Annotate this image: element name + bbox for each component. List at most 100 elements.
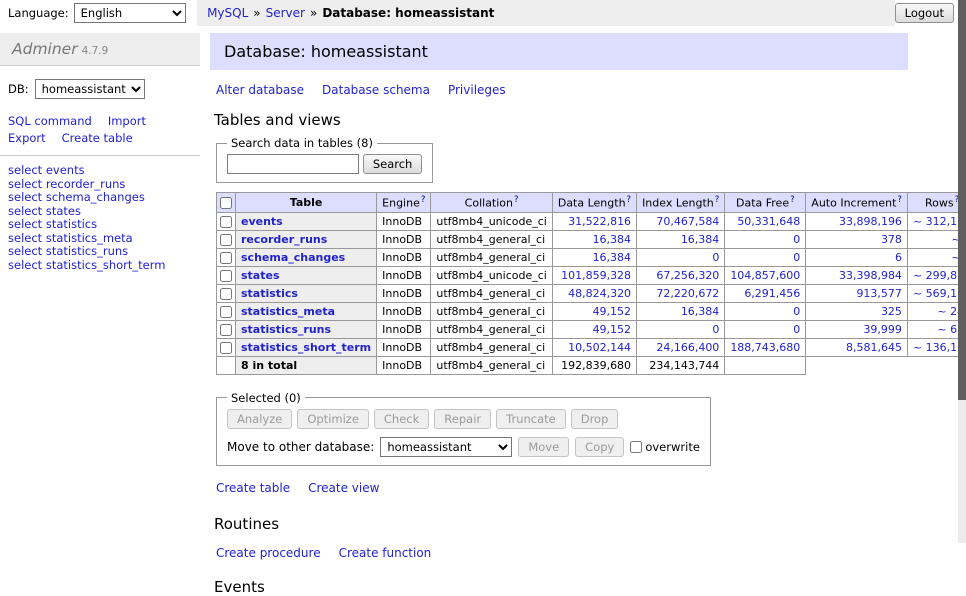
table-name-link[interactable]: statistics_runs xyxy=(241,323,331,336)
help-link[interactable]: ? xyxy=(715,195,720,205)
select-all-checkbox[interactable] xyxy=(220,197,232,209)
data-free-link[interactable]: 104,857,600 xyxy=(730,269,800,282)
help-link[interactable]: ? xyxy=(790,195,795,205)
auto-increment-link[interactable]: 39,999 xyxy=(863,323,902,336)
auto-increment-link[interactable]: 6 xyxy=(895,251,902,264)
auto-increment-link[interactable]: 33,398,984 xyxy=(839,269,902,282)
app-name-link[interactable]: Adminer xyxy=(12,40,78,58)
data-free-link[interactable]: 188,743,680 xyxy=(730,341,800,354)
move-button[interactable]: Move xyxy=(518,437,569,457)
data-length-link[interactable]: 31,522,816 xyxy=(568,215,631,228)
help-link[interactable]: ? xyxy=(897,195,902,205)
table-name-link[interactable]: recorder_runs xyxy=(241,233,327,246)
auto-increment-link[interactable]: 325 xyxy=(881,305,902,318)
optimize-button[interactable]: Optimize xyxy=(297,409,369,429)
data-free-cell: 6,291,456 xyxy=(725,284,806,302)
tables-header-row: TableEngine?Collation?Data Length?Index … xyxy=(217,193,966,213)
copy-button[interactable]: Copy xyxy=(575,437,624,457)
help-link[interactable]: ? xyxy=(627,195,632,205)
help-link[interactable]: ? xyxy=(514,195,519,205)
index-length-link[interactable]: 0 xyxy=(712,323,719,336)
repair-button[interactable]: Repair xyxy=(434,409,491,429)
auto-increment-link[interactable]: 8,581,645 xyxy=(846,341,902,354)
breadcrumb-server-link[interactable]: Server xyxy=(266,6,305,20)
create-link[interactable]: Create view xyxy=(308,481,379,495)
help-link[interactable]: ? xyxy=(421,195,426,205)
index-length-link[interactable]: 72,220,672 xyxy=(656,287,719,300)
search-input[interactable] xyxy=(227,154,359,174)
sidebar-table-link[interactable]: select statistics_runs xyxy=(8,245,192,259)
sidebar-table-link[interactable]: select states xyxy=(8,205,192,219)
data-length-link[interactable]: 101,859,328 xyxy=(561,269,631,282)
auto-increment-link[interactable]: 33,898,196 xyxy=(839,215,902,228)
row-checkbox[interactable] xyxy=(220,288,232,300)
index-length-link[interactable]: 67,256,320 xyxy=(656,269,719,282)
db-nav-link[interactable]: Privileges xyxy=(448,83,506,97)
search-button[interactable]: Search xyxy=(363,154,423,174)
db-nav-link[interactable]: Alter database xyxy=(216,83,304,97)
data-free-link[interactable]: 0 xyxy=(793,323,800,336)
check-button[interactable]: Check xyxy=(374,409,429,429)
data-free-link[interactable]: 50,331,648 xyxy=(737,215,800,228)
db-select[interactable]: homeassistant xyxy=(35,79,145,99)
index-length-link[interactable]: 16,384 xyxy=(681,305,720,318)
row-checkbox[interactable] xyxy=(220,342,232,354)
index-length-link[interactable]: 70,467,584 xyxy=(656,215,719,228)
table-name-link[interactable]: events xyxy=(241,215,283,228)
table-name-link[interactable]: schema_changes xyxy=(241,251,345,264)
row-checkbox[interactable] xyxy=(220,234,232,246)
data-free-link[interactable]: 0 xyxy=(793,305,800,318)
index-length-link[interactable]: 24,166,400 xyxy=(656,341,719,354)
column-header-index-length: Index Length? xyxy=(637,193,725,213)
sidebar-table-link[interactable]: select schema_changes xyxy=(8,191,192,205)
table-name-link[interactable]: statistics_short_term xyxy=(241,341,371,354)
row-checkbox[interactable] xyxy=(220,324,232,336)
row-checkbox[interactable] xyxy=(220,216,232,228)
auto-increment-link[interactable]: 913,577 xyxy=(856,287,902,300)
row-checkbox[interactable] xyxy=(220,270,232,282)
sidebar-table-link[interactable]: select statistics_short_term xyxy=(8,259,192,273)
data-free-link[interactable]: 6,291,456 xyxy=(744,287,800,300)
sidebar-action-link[interactable]: Import xyxy=(108,114,146,128)
scrollbar[interactable] xyxy=(958,0,966,543)
sidebar-table-link[interactable]: select events xyxy=(8,164,192,178)
sidebar-action-link[interactable]: SQL command xyxy=(8,114,92,128)
sidebar-action-link[interactable]: Create table xyxy=(62,131,133,145)
data-free-cell: 104,857,600 xyxy=(725,266,806,284)
data-length-link[interactable]: 48,824,320 xyxy=(568,287,631,300)
sidebar-table-link[interactable]: select statistics xyxy=(8,218,192,232)
index-length-link[interactable]: 0 xyxy=(712,251,719,264)
language-select[interactable]: English xyxy=(74,3,186,23)
row-checkbox[interactable] xyxy=(220,252,232,264)
analyze-button[interactable]: Analyze xyxy=(227,409,292,429)
create-link[interactable]: Create table xyxy=(216,481,290,495)
drop-button[interactable]: Drop xyxy=(571,409,619,429)
table-name-link[interactable]: statistics xyxy=(241,287,298,300)
app-title: Adminer4.7.9 xyxy=(0,33,200,66)
breadcrumb-mysql-link[interactable]: MySQL xyxy=(207,6,248,20)
index-length-link[interactable]: 16,384 xyxy=(681,233,720,246)
scrollbar-thumb[interactable] xyxy=(958,0,966,400)
sidebar-action-link[interactable]: Export xyxy=(8,131,46,145)
db-nav-link[interactable]: Database schema xyxy=(322,83,430,97)
data-length-link[interactable]: 49,152 xyxy=(593,305,632,318)
logout-button[interactable]: Logout xyxy=(895,3,954,23)
sidebar-table-link[interactable]: select statistics_meta xyxy=(8,232,192,246)
data-length-link[interactable]: 10,502,144 xyxy=(568,341,631,354)
table-name-link[interactable]: states xyxy=(241,269,280,282)
data-length-link[interactable]: 16,384 xyxy=(593,233,632,246)
data-length-link[interactable]: 49,152 xyxy=(593,323,632,336)
table-name-link[interactable]: statistics_meta xyxy=(241,305,335,318)
routine-link[interactable]: Create function xyxy=(339,546,432,560)
overwrite-checkbox[interactable] xyxy=(630,441,642,453)
truncate-button[interactable]: Truncate xyxy=(496,409,566,429)
table-name-cell: statistics_meta xyxy=(236,302,377,320)
routine-link[interactable]: Create procedure xyxy=(216,546,321,560)
sidebar-table-link[interactable]: select recorder_runs xyxy=(8,178,192,192)
data-free-link[interactable]: 0 xyxy=(793,233,800,246)
auto-increment-link[interactable]: 378 xyxy=(881,233,902,246)
move-db-select[interactable]: homeassistant xyxy=(380,437,512,457)
data-free-link[interactable]: 0 xyxy=(793,251,800,264)
data-length-link[interactable]: 16,384 xyxy=(593,251,632,264)
row-checkbox[interactable] xyxy=(220,306,232,318)
